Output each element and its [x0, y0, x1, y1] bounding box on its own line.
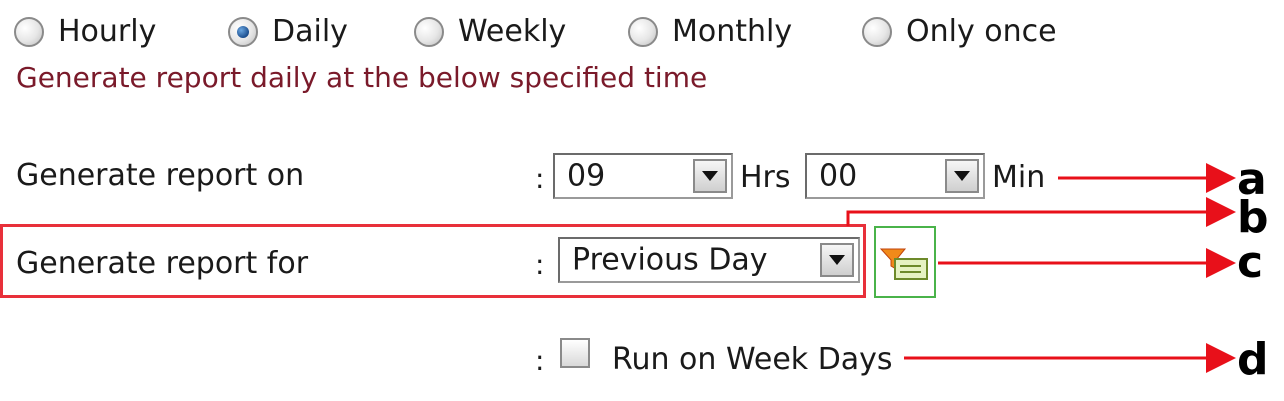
callout-c: c [1237, 237, 1264, 288]
callout-d: d [1237, 334, 1269, 385]
callout-arrows [846, 163, 1236, 373]
callout-b: b [1237, 192, 1269, 243]
callout-arrow-b [846, 197, 1236, 227]
